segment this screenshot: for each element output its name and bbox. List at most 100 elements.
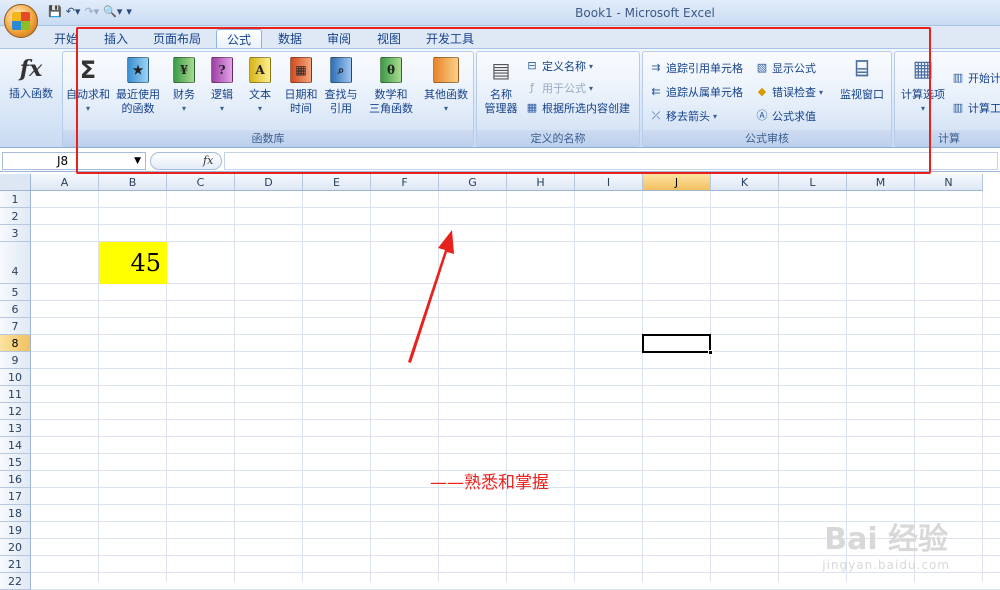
evaluate-formula-button[interactable]: Ⓐ 公式求值 bbox=[755, 108, 817, 124]
row-gridline bbox=[31, 436, 1000, 437]
row-header-11[interactable]: 11 bbox=[0, 386, 31, 403]
calculate-now-icon: ▥ bbox=[952, 71, 964, 84]
column-header-a[interactable]: A bbox=[31, 174, 99, 191]
define-name-button[interactable]: ⊟ 定义名称 ▾ bbox=[525, 58, 593, 74]
column-header-i[interactable]: I bbox=[575, 174, 643, 191]
remove-arrows-icon: ⤫ bbox=[651, 109, 661, 122]
financial-button[interactable]: ¥ 财务 ▾ bbox=[167, 56, 201, 116]
tab-review[interactable]: 审阅 bbox=[318, 29, 360, 48]
cell-b4[interactable]: 45 bbox=[99, 242, 167, 284]
column-header-e[interactable]: E bbox=[303, 174, 371, 191]
trace-dependents-icon: ⇇ bbox=[651, 85, 661, 98]
recent-functions-button[interactable]: ★ 最近使用 的函数 bbox=[113, 56, 163, 116]
row-header-8[interactable]: 8 bbox=[0, 335, 31, 352]
row-gridline bbox=[31, 317, 1000, 318]
remove-arrows-button[interactable]: ⤫ 移去箭头 ▾ bbox=[649, 108, 717, 124]
text-book-icon: A bbox=[249, 57, 271, 83]
row-gridline bbox=[31, 419, 1000, 420]
row-header-12[interactable]: 12 bbox=[0, 403, 31, 420]
logical-button[interactable]: ? 逻辑 ▾ bbox=[205, 56, 239, 116]
formula-input[interactable] bbox=[224, 152, 998, 170]
error-checking-button[interactable]: ◆ 错误检查 ▾ bbox=[755, 84, 823, 100]
row-header-17[interactable]: 17 bbox=[0, 488, 31, 505]
name-manager-icon: ▤ bbox=[491, 58, 511, 82]
row-header-18[interactable]: 18 bbox=[0, 505, 31, 522]
column-header-k[interactable]: K bbox=[711, 174, 779, 191]
text-button[interactable]: A 文本 ▾ bbox=[243, 56, 277, 116]
row-header-14[interactable]: 14 bbox=[0, 437, 31, 454]
lookup-book-icon: ⌕ bbox=[330, 57, 352, 83]
column-header-m[interactable]: M bbox=[847, 174, 915, 191]
row-gridline bbox=[31, 224, 1000, 225]
column-gridline bbox=[506, 191, 507, 582]
row-header-7[interactable]: 7 bbox=[0, 318, 31, 335]
row-header-1[interactable]: 1 bbox=[0, 191, 31, 208]
tab-insert[interactable]: 插入 bbox=[96, 29, 136, 48]
row-header-3[interactable]: 3 bbox=[0, 225, 31, 242]
selected-cell-j8[interactable] bbox=[642, 334, 713, 355]
row-header-2[interactable]: 2 bbox=[0, 208, 31, 225]
tab-developer[interactable]: 开发工具 bbox=[418, 29, 482, 48]
calculate-now-button[interactable]: ▥ 开始计 bbox=[951, 70, 1000, 86]
formula-bar: J8 ▼ fx bbox=[0, 150, 1000, 172]
insert-function-button[interactable]: fx 插入函数 bbox=[5, 55, 57, 101]
row-header-6[interactable]: 6 bbox=[0, 301, 31, 318]
column-header-l[interactable]: L bbox=[779, 174, 847, 191]
trace-precedents-icon: ⇉ bbox=[651, 61, 661, 74]
name-box-dropdown-icon[interactable]: ▼ bbox=[134, 153, 141, 169]
show-formulas-icon: ▧ bbox=[756, 61, 768, 74]
trace-dependents-button[interactable]: ⇇ 追踪从属单元格 bbox=[649, 84, 743, 100]
name-manager-button[interactable]: ▤ 名称 管理器 bbox=[479, 56, 523, 116]
lookup-reference-button[interactable]: ⌕ 查找与 引用 bbox=[321, 56, 361, 116]
column-header-b[interactable]: B bbox=[99, 174, 167, 191]
insert-function-fx-button[interactable]: fx bbox=[150, 152, 222, 170]
row-gridline bbox=[31, 453, 1000, 454]
fill-handle[interactable] bbox=[708, 350, 713, 355]
datetime-button[interactable]: ▦ 日期和 时间 bbox=[281, 56, 321, 116]
row-header-13[interactable]: 13 bbox=[0, 420, 31, 437]
row-header-21[interactable]: 21 bbox=[0, 556, 31, 573]
column-header-h[interactable]: H bbox=[507, 174, 575, 191]
column-header-n[interactable]: N bbox=[915, 174, 983, 191]
show-formulas-button[interactable]: ▧ 显示公式 bbox=[755, 60, 816, 76]
column-gridline bbox=[642, 191, 643, 582]
trace-precedents-button[interactable]: ⇉ 追踪引用单元格 bbox=[649, 60, 743, 76]
evaluate-formula-icon: Ⓐ bbox=[756, 109, 768, 122]
tab-data[interactable]: 数据 bbox=[270, 29, 310, 48]
tab-home[interactable]: 开始 bbox=[46, 29, 86, 48]
watch-window-button[interactable]: ⌸ 监视窗口 bbox=[835, 56, 889, 102]
table-icon: ▦ bbox=[526, 101, 538, 114]
autosum-button[interactable]: Σ 自动求和 ▾ bbox=[65, 56, 111, 116]
row-header-19[interactable]: 19 bbox=[0, 522, 31, 539]
create-from-selection-button[interactable]: ▦ 根据所选内容创建 bbox=[525, 100, 630, 116]
tab-view[interactable]: 视图 bbox=[368, 29, 410, 48]
row-header-5[interactable]: 5 bbox=[0, 284, 31, 301]
office-button[interactable] bbox=[4, 4, 38, 38]
column-header-c[interactable]: C bbox=[167, 174, 235, 191]
tab-formulas[interactable]: 公式 bbox=[216, 29, 262, 49]
row-header-10[interactable]: 10 bbox=[0, 369, 31, 386]
column-gridline bbox=[234, 191, 235, 582]
sigma-icon: Σ bbox=[79, 56, 97, 84]
calculation-options-button[interactable]: ▦ 计算选项 ▾ bbox=[897, 56, 949, 116]
math-trig-button[interactable]: θ 数学和 三角函数 bbox=[363, 56, 419, 116]
name-box[interactable]: J8 ▼ bbox=[2, 152, 146, 170]
calculate-sheet-button[interactable]: ▥ 计算工 bbox=[951, 100, 1000, 116]
row-header-9[interactable]: 9 bbox=[0, 352, 31, 369]
formula-auditing-group: ⇉ 追踪引用单元格 ⇇ 追踪从属单元格 ⤫ 移去箭头 ▾ ▧ 显示公式 ◆ 错误检查 ▾ Ⓐ 公… bbox=[642, 51, 892, 147]
column-header-d[interactable]: D bbox=[235, 174, 303, 191]
column-header-j[interactable]: J bbox=[643, 174, 711, 191]
use-in-formula-button[interactable]: ƒ 用于公式 ▾ bbox=[525, 80, 593, 96]
office-logo-icon bbox=[12, 12, 30, 30]
tab-page-layout[interactable]: 页面布局 bbox=[146, 29, 208, 48]
select-all-corner[interactable] bbox=[0, 174, 31, 191]
row-header-20[interactable]: 20 bbox=[0, 539, 31, 556]
row-header-15[interactable]: 15 bbox=[0, 454, 31, 471]
more-functions-button[interactable]: 其他函数 ▾ bbox=[419, 56, 473, 116]
row-header-16[interactable]: 16 bbox=[0, 471, 31, 488]
row-header-4[interactable]: 4 bbox=[0, 242, 31, 284]
row-gridline bbox=[31, 300, 1000, 301]
title-bar: 💾 ↶▾ ↷▾ 🔍▾ ▾ Book1 - Microsoft Excel bbox=[0, 0, 1000, 26]
column-header-g[interactable]: G bbox=[439, 174, 507, 191]
column-header-f[interactable]: F bbox=[371, 174, 439, 191]
